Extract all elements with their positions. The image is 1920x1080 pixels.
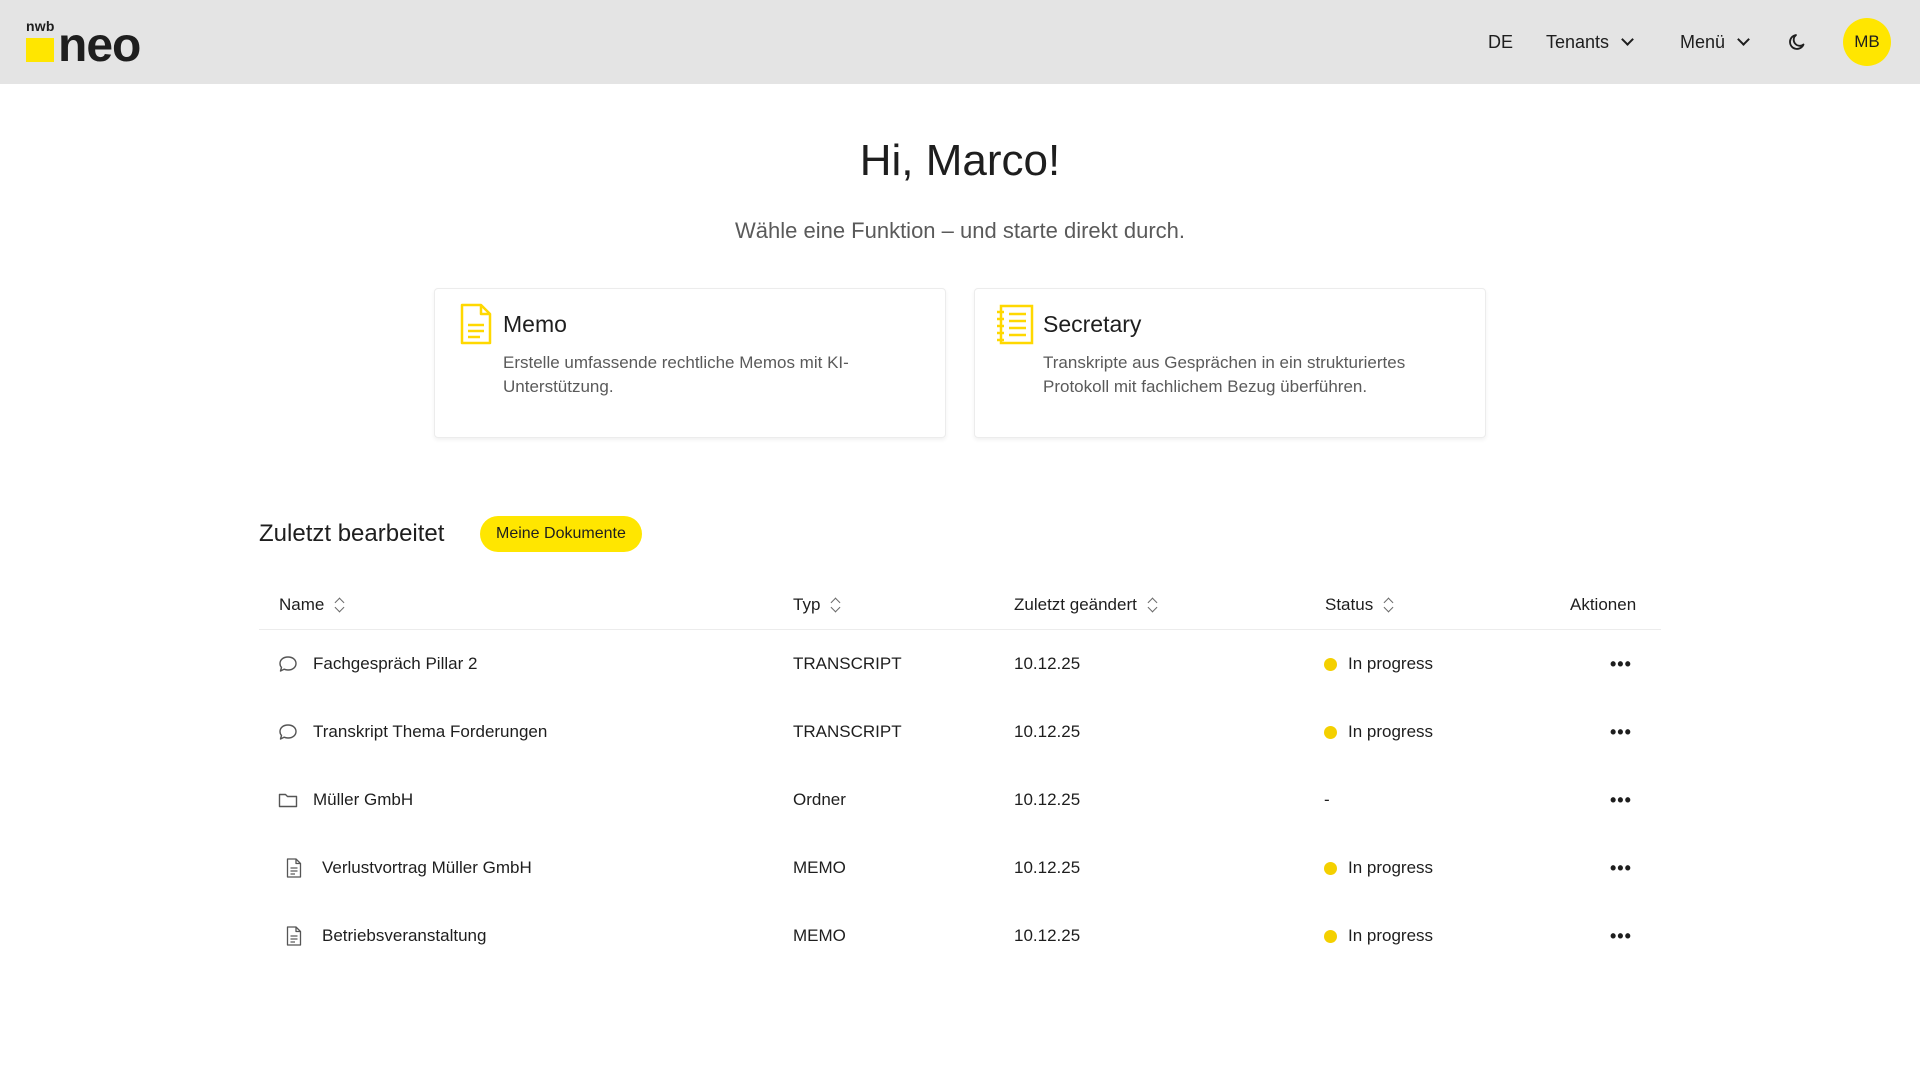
row-type: TRANSCRIPT <box>793 722 902 741</box>
row-type: MEMO <box>793 926 846 945</box>
column-modified-label: Zuletzt geändert <box>1014 595 1137 614</box>
sort-icon <box>1147 596 1157 614</box>
column-header-status[interactable]: Status <box>1325 580 1393 630</box>
chat-icon <box>279 656 297 672</box>
column-type-label: Typ <box>793 595 821 614</box>
row-status: In progress <box>1324 834 1433 902</box>
sort-icon <box>334 596 344 614</box>
chevron-down-icon <box>1737 33 1750 46</box>
column-header-type[interactable]: Typ <box>793 580 840 630</box>
menu-dropdown[interactable]: Menü <box>1680 0 1750 84</box>
top-bar: nwb neo DE Tenants Menü MB <box>0 0 1920 84</box>
avatar-initials: MB <box>1854 32 1880 51</box>
row-name[interactable]: Fachgespräch Pillar 2 <box>313 630 477 698</box>
table-row[interactable]: Transkript Thema Forderungen TRANSCRIPT … <box>259 698 1661 766</box>
table-row[interactable]: Betriebsveranstaltung MEMO 10.12.25 In p… <box>259 902 1661 970</box>
status-label: In progress <box>1348 926 1434 945</box>
column-name-label: Name <box>279 595 325 614</box>
status-label: - <box>1324 790 1330 809</box>
notepad-icon <box>997 304 1034 345</box>
my-documents-button[interactable]: Meine Dokumente <box>480 516 642 552</box>
row-actions-button[interactable]: ••• <box>1610 902 1632 970</box>
chat-icon <box>279 724 297 740</box>
card-description: Erstelle umfassende rechtliche Memos mit… <box>503 353 849 396</box>
file-icon <box>286 858 302 878</box>
logo-main-text: neo <box>58 19 141 72</box>
memo-card[interactable]: Memo Erstelle umfassende rechtliche Memo… <box>434 288 946 438</box>
row-status: In progress <box>1324 698 1433 766</box>
document-icon <box>460 303 492 345</box>
row-name[interactable]: Transkript Thema Forderungen <box>313 698 547 766</box>
column-actions-label: Aktionen <box>1570 595 1637 614</box>
row-actions-button[interactable]: ••• <box>1610 630 1632 698</box>
sort-icon <box>830 596 840 614</box>
status-label: In progress <box>1348 858 1434 877</box>
status-dot-icon <box>1324 657 1337 671</box>
row-type: MEMO <box>793 858 846 877</box>
row-status: - <box>1324 766 1330 834</box>
row-modified: 10.12.25 <box>1014 926 1081 945</box>
status-dot-icon <box>1324 861 1337 875</box>
page-subtitle: Wähle eine Funktion – und starte direkt … <box>734 218 1186 243</box>
folder-icon <box>278 793 298 808</box>
tenants-dropdown[interactable]: Tenants <box>1546 0 1634 84</box>
row-type: TRANSCRIPT <box>793 654 902 673</box>
card-title: Memo <box>503 311 567 337</box>
logo-mark-icon <box>26 38 54 62</box>
column-header-actions: Aktionen <box>1570 580 1636 630</box>
row-modified: 10.12.25 <box>1014 790 1081 809</box>
table-row[interactable]: Verlustvortrag Müller GmbH MEMO 10.12.25… <box>259 834 1661 902</box>
column-status-label: Status <box>1325 595 1374 614</box>
language-label: DE <box>1488 31 1514 52</box>
status-label: In progress <box>1348 722 1434 741</box>
row-modified: 10.12.25 <box>1014 858 1081 877</box>
status-label: In progress <box>1348 654 1434 673</box>
table-header: Name Typ Zuletzt geändert Status Aktione… <box>259 580 1661 630</box>
user-avatar[interactable]: MB <box>1843 18 1891 66</box>
row-type: Ordner <box>793 790 846 809</box>
row-actions-button[interactable]: ••• <box>1610 766 1632 834</box>
chevron-down-icon <box>1621 33 1634 46</box>
status-dot-icon <box>1324 725 1337 739</box>
table-row[interactable]: Müller GmbH Ordner 10.12.25 - ••• <box>259 766 1661 834</box>
page-title: Hi, Marco! <box>859 136 1061 185</box>
tenants-label: Tenants <box>1546 31 1610 52</box>
menu-label: Menü <box>1680 31 1726 52</box>
nwb-neo-logo[interactable]: nwb neo <box>24 18 144 72</box>
row-status: In progress <box>1324 902 1433 970</box>
row-modified: 10.12.25 <box>1014 722 1081 741</box>
column-header-modified[interactable]: Zuletzt geändert <box>1014 580 1157 630</box>
table-row[interactable]: Fachgespräch Pillar 2 TRANSCRIPT 10.12.2… <box>259 630 1661 698</box>
language-switch[interactable]: DE <box>1488 0 1513 84</box>
file-icon <box>286 926 302 946</box>
row-name[interactable]: Verlustvortrag Müller GmbH <box>322 834 532 902</box>
recent-section-title: Zuletzt bearbeitet <box>259 520 445 547</box>
row-status: In progress <box>1324 630 1433 698</box>
row-actions-button[interactable]: ••• <box>1610 698 1632 766</box>
column-header-name[interactable]: Name <box>279 580 344 630</box>
status-dot-icon <box>1324 929 1337 943</box>
secretary-card[interactable]: Secretary Transkripte aus Gesprächen in … <box>974 288 1486 438</box>
row-name[interactable]: Müller GmbH <box>313 766 413 834</box>
sort-icon <box>1383 596 1393 614</box>
dark-mode-icon[interactable] <box>1788 32 1808 52</box>
row-name[interactable]: Betriebsveranstaltung <box>322 902 486 970</box>
card-title: Secretary <box>1043 311 1142 337</box>
card-description: Transkripte aus Gesprächen in ein strukt… <box>1043 353 1406 396</box>
row-modified: 10.12.25 <box>1014 654 1081 673</box>
row-actions-button[interactable]: ••• <box>1610 834 1632 902</box>
logo-small-text: nwb <box>26 18 55 34</box>
